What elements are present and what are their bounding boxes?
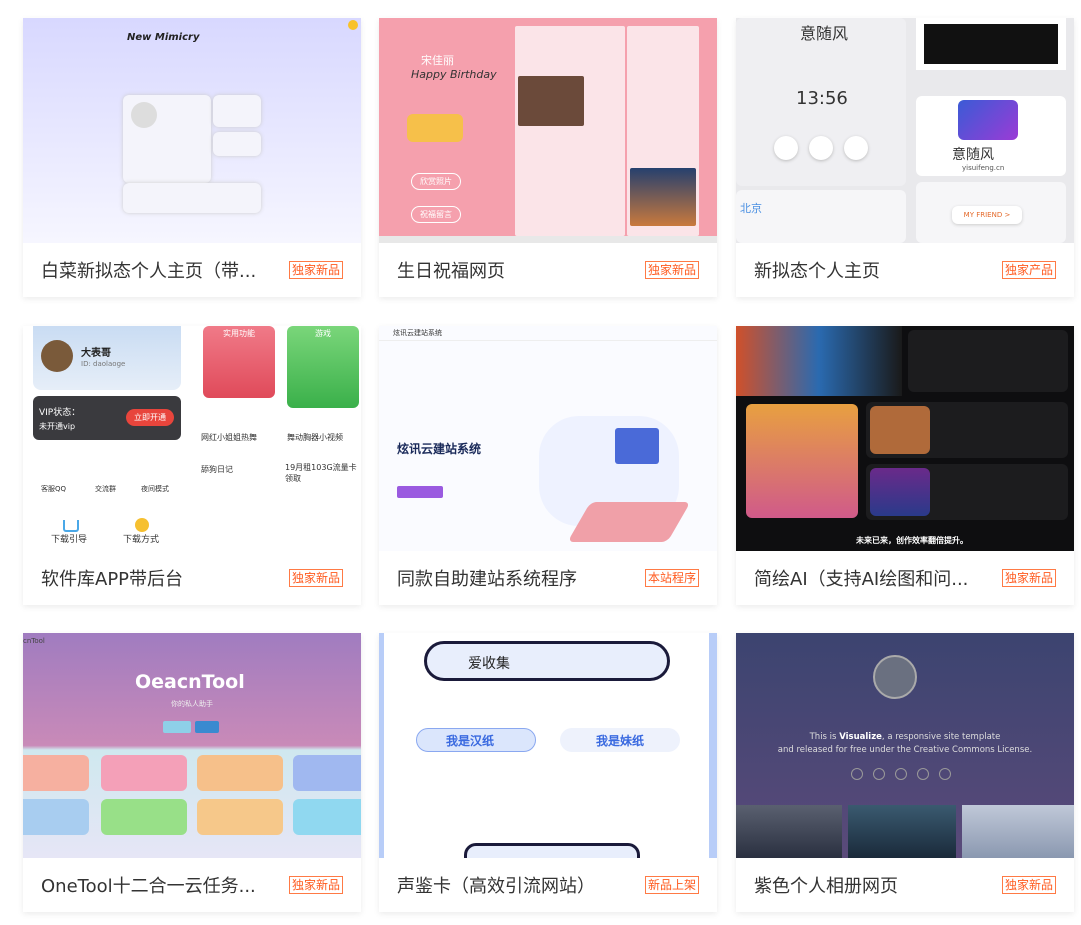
login-button[interactable] <box>163 721 191 733</box>
icon-qq[interactable]: 客服QQ <box>41 484 66 494</box>
status-badge: 本站程序 <box>644 569 699 587</box>
card-title[interactable]: 简绘AI（支持AI绘图和问... <box>754 565 968 591</box>
hero-title: 炫讯云建站系统 <box>397 442 482 456</box>
status-badge: 独家新品 <box>1001 876 1056 894</box>
avatar <box>873 655 917 699</box>
status-badge: 独家新品 <box>288 261 343 279</box>
profile-name: 意随风 <box>800 24 849 43</box>
card-title[interactable]: 新拟态个人主页 <box>754 257 880 283</box>
template-card[interactable]: 未来已来，创作效率翻倍提升。 简绘AI（支持AI绘图和问... 独家新品 <box>736 326 1074 605</box>
facebook-icon[interactable] <box>873 768 885 780</box>
open-vip-button[interactable]: 立即开通 <box>126 409 174 426</box>
logo-text: 意随风 <box>952 147 994 163</box>
list-item[interactable]: 舔狗日记 <box>201 464 233 475</box>
card-thumbnail[interactable]: 炫讯云建站系统 炫讯云建站系统 <box>379 326 717 551</box>
list-item[interactable]: 网红小姐姐热舞 <box>201 432 257 443</box>
card-title[interactable]: 同款自助建站系统程序 <box>397 565 577 591</box>
template-card[interactable]: 爱收集 我是汉纸 我是妹纸 声鉴卡（高效引流网站） 新品上架 <box>379 633 717 912</box>
cta-button[interactable] <box>397 486 443 498</box>
card-title[interactable]: OneTool十二合一云任务... <box>41 872 256 898</box>
template-card[interactable]: 炫讯云建站系统 炫讯云建站系统 同款自助建站系统程序 本站程序 <box>379 326 717 605</box>
photo <box>518 76 584 126</box>
photo <box>630 168 696 226</box>
icon-download-method[interactable]: 下载方式 <box>123 535 159 546</box>
thumb-heading: New Mimicry <box>127 32 200 43</box>
card-thumbnail[interactable]: New Mimicry <box>23 18 361 243</box>
email-icon[interactable] <box>939 768 951 780</box>
card-title[interactable]: 声鉴卡（高效引流网站） <box>397 872 595 898</box>
download-icon <box>63 520 79 532</box>
card-thumbnail[interactable]: 未来已来，创作效率翻倍提升。 <box>736 326 1074 551</box>
template-card[interactable]: 意随风 13:56 意随风 yisuifeng.cn 北京 MY FRIEND … <box>736 18 1074 297</box>
ai-image <box>746 404 858 518</box>
weather-city: 北京 <box>740 202 762 215</box>
wechat-icon[interactable] <box>844 136 868 160</box>
status-badge: 独家产品 <box>1001 261 1056 279</box>
brand: 炫讯云建站系统 <box>393 329 442 337</box>
thumb-heading: OeacnTool <box>135 671 245 693</box>
template-card[interactable]: 大表哥 ID: daolaoge VIP状态： 未开通vip 立即开通 实用功能… <box>23 326 361 605</box>
intro-line-2: and released for free under the Creative… <box>777 745 1033 755</box>
intro-line-1: This is Visualize, a responsive site tem… <box>809 732 1001 742</box>
instagram-icon[interactable] <box>895 768 907 780</box>
username: 大表哥 <box>81 348 111 359</box>
status-badge: 独家新品 <box>1001 569 1056 587</box>
thumb-heading: 宋佳丽 <box>421 54 454 67</box>
card-thumbnail[interactable]: 大表哥 ID: daolaoge VIP状态： 未开通vip 立即开通 实用功能… <box>23 326 361 551</box>
card-thumbnail[interactable]: This is Visualize, a responsive site tem… <box>736 633 1074 858</box>
sun-icon <box>348 20 358 30</box>
card-title[interactable]: 软件库APP带后台 <box>41 565 183 591</box>
search-bar[interactable] <box>424 641 670 681</box>
template-card[interactable]: 宋佳丽 Happy Birthday 欣赏照片 祝福留言 生日祝福网页 独家新品 <box>379 18 717 297</box>
status-badge: 新品上架 <box>644 876 699 894</box>
card-thumbnail[interactable]: cnTool OeacnTool 你的私人助手 <box>23 633 361 858</box>
slogan: 未来已来，创作效率翻倍提升。 <box>856 536 968 545</box>
register-button[interactable] <box>195 721 219 733</box>
photo[interactable] <box>736 805 842 858</box>
photo[interactable] <box>848 805 956 858</box>
list-item[interactable]: 19月租103G流量卡领取 <box>285 462 357 484</box>
status-badge: 独家新品 <box>288 569 343 587</box>
status-badge: 独家新品 <box>288 876 343 894</box>
shield-icon <box>135 518 149 532</box>
theme-icon[interactable] <box>809 136 833 160</box>
avatar <box>131 102 157 128</box>
twitter-icon[interactable] <box>851 768 863 780</box>
template-card[interactable]: cnTool OeacnTool 你的私人助手 OneTool十二合一云任务..… <box>23 633 361 912</box>
logo <box>958 100 1018 140</box>
template-card[interactable]: New Mimicry 白菜新拟态个人主页（带... 独家新品 <box>23 18 361 297</box>
photo[interactable] <box>962 805 1074 858</box>
domain: yisuifeng.cn <box>962 164 1005 172</box>
qq-icon[interactable] <box>774 136 798 160</box>
dribbble-icon[interactable] <box>917 768 929 780</box>
clock: 13:56 <box>796 88 848 109</box>
list-item[interactable]: 舞动胸器小视频 <box>287 432 343 443</box>
card-thumbnail[interactable]: 爱收集 我是汉纸 我是妹纸 <box>379 633 717 858</box>
blog-banner <box>916 18 1066 70</box>
cake-image <box>407 114 463 142</box>
card-thumbnail[interactable]: 宋佳丽 Happy Birthday 欣赏照片 祝福留言 <box>379 18 717 243</box>
template-card[interactable]: This is Visualize, a responsive site tem… <box>736 633 1074 912</box>
thumb-sub: Happy Birthday <box>411 68 497 81</box>
card-title[interactable]: 白菜新拟态个人主页（带... <box>41 257 256 283</box>
message-button[interactable]: 祝福留言 <box>411 206 461 223</box>
user-id: ID: daolaoge <box>81 360 126 368</box>
icon-download[interactable]: 下载引导 <box>51 535 87 546</box>
card-title[interactable]: 紫色个人相册网页 <box>754 872 898 898</box>
card-thumbnail[interactable]: 意随风 13:56 意随风 yisuifeng.cn 北京 MY FRIEND … <box>736 18 1074 243</box>
monitor-illustration <box>615 428 659 464</box>
friend-button[interactable]: MY FRIEND > <box>952 206 1022 224</box>
status-badge: 独家新品 <box>644 261 699 279</box>
icon-group[interactable]: 交流群 <box>95 484 116 494</box>
avatar <box>41 340 73 372</box>
photos-button[interactable]: 欣赏照片 <box>411 173 461 190</box>
icon-night[interactable]: 夜间模式 <box>141 484 169 494</box>
card-title[interactable]: 生日祝福网页 <box>397 257 505 283</box>
